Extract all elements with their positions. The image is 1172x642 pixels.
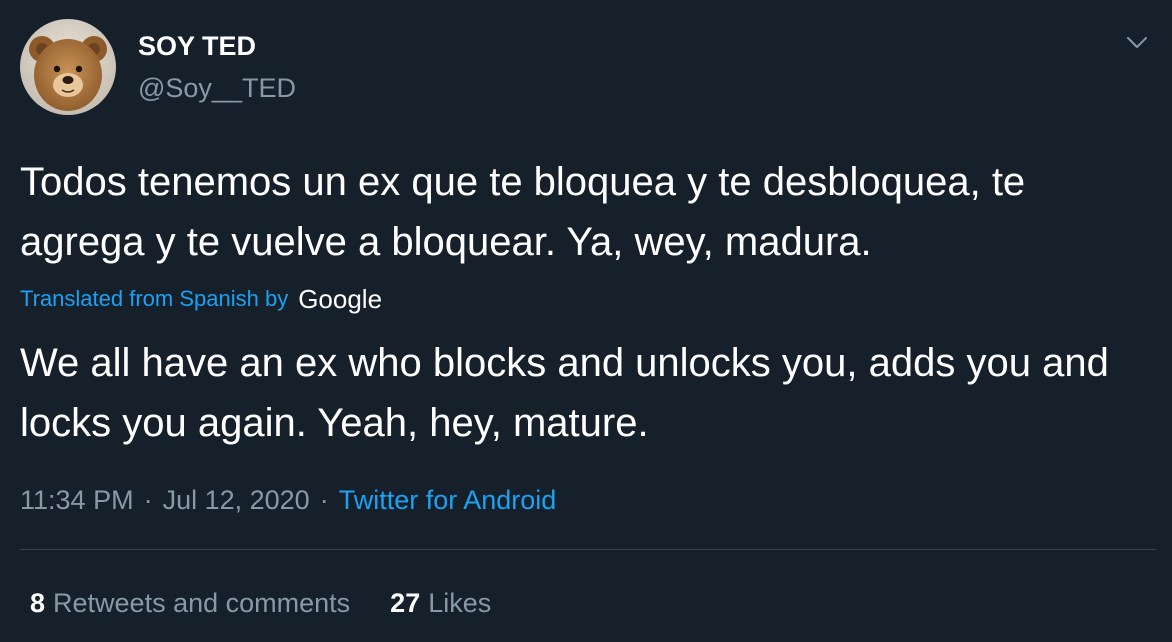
retweets-count: 8 bbox=[30, 587, 46, 618]
google-logo: Google bbox=[298, 283, 383, 314]
likes-stat[interactable]: 27 Likes bbox=[390, 588, 491, 619]
tweet-original-text: Todos tenemos un ex que te bloquea y te … bbox=[20, 160, 1026, 264]
translation-attribution: Translated from Spanish by Google bbox=[20, 282, 382, 316]
chevron-down-icon[interactable] bbox=[1122, 28, 1152, 58]
meta-separator: · bbox=[143, 484, 153, 515]
author-handle[interactable]: @Soy__TED bbox=[138, 71, 296, 105]
avatar[interactable] bbox=[20, 19, 116, 115]
tweet-date[interactable]: Jul 12, 2020 bbox=[163, 485, 310, 516]
tweet-metadata: 11:34 PM · Jul 12, 2020 · Twitter for An… bbox=[20, 482, 556, 518]
tweet-stats: 8 Retweets and comments 27 Likes bbox=[30, 585, 491, 621]
translation-label[interactable]: Translated from Spanish by bbox=[20, 286, 288, 312]
meta-separator: · bbox=[319, 484, 329, 515]
divider bbox=[20, 549, 1156, 550]
tweet-source-link[interactable]: Twitter for Android bbox=[339, 485, 557, 516]
teddy-bear-avatar-image bbox=[20, 19, 116, 115]
likes-label: Likes bbox=[428, 587, 492, 618]
retweets-stat[interactable]: 8 Retweets and comments bbox=[30, 588, 350, 619]
author-display-name[interactable]: SOY TED bbox=[138, 30, 256, 62]
retweets-label: Retweets and comments bbox=[53, 587, 351, 618]
tweet-translated-text: We all have an ex who blocks and unlocks… bbox=[20, 341, 1109, 445]
likes-count: 27 bbox=[390, 587, 421, 618]
tweet-time[interactable]: 11:34 PM bbox=[20, 485, 134, 516]
